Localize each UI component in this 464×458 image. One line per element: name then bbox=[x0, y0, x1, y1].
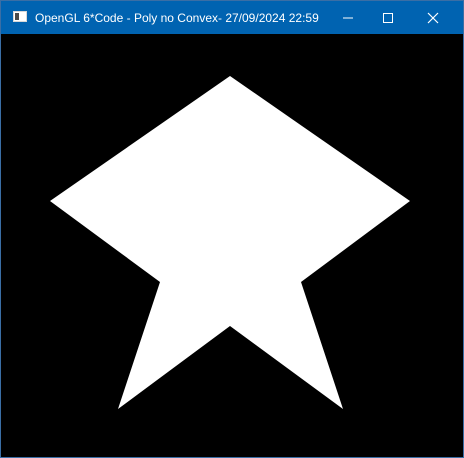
app-window-icon[interactable] bbox=[13, 11, 27, 22]
minimize-icon bbox=[343, 17, 353, 18]
window-title: OpenGL 6*Code - Poly no Convex- 27/09/20… bbox=[35, 11, 319, 25]
opengl-canvas[interactable] bbox=[6, 34, 457, 452]
opengl-window: OpenGL 6*Code - Poly no Convex- 27/09/20… bbox=[0, 0, 464, 458]
app-icon-right-pane bbox=[20, 13, 25, 20]
maximize-button[interactable] bbox=[365, 1, 411, 34]
close-button[interactable] bbox=[410, 1, 456, 34]
title-bar[interactable]: OpenGL 6*Code - Poly no Convex- 27/09/20… bbox=[1, 1, 463, 34]
non-convex-polygon bbox=[50, 76, 410, 409]
maximize-icon bbox=[383, 12, 393, 23]
render-surface bbox=[50, 76, 410, 409]
app-icon-left-pane bbox=[15, 13, 19, 20]
close-icon bbox=[427, 12, 439, 23]
